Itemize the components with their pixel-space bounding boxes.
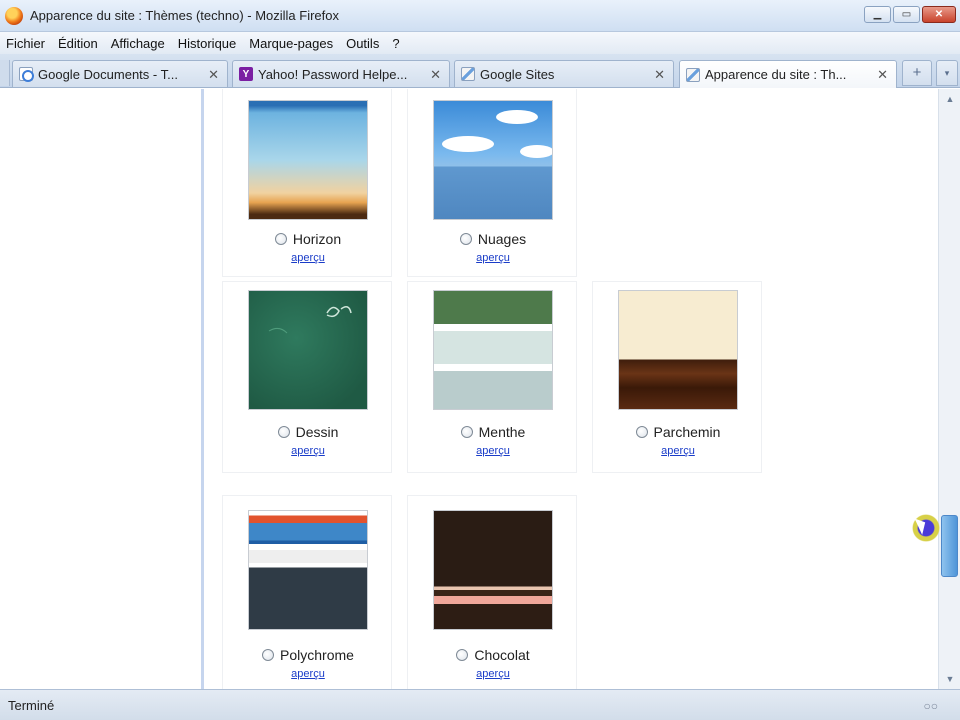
tab-apparence-du-site[interactable]: Apparence du site : Th... ✕: [679, 60, 897, 88]
menu-edition[interactable]: Édition: [58, 36, 98, 51]
theme-card-polychrome: Polychrome aperçu: [222, 495, 392, 689]
menu-bar: Fichier Édition Affichage Historique Mar…: [0, 32, 960, 54]
theme-radio-button[interactable]: [274, 233, 287, 245]
preview-link[interactable]: aperçu: [408, 252, 578, 264]
scrollbar-thumb[interactable]: [941, 515, 958, 577]
theme-radio-button[interactable]: [459, 233, 472, 245]
window-titlebar: Apparence du site : Thèmes (techno) - Mo…: [0, 0, 960, 32]
close-tab-icon[interactable]: ✕: [654, 67, 665, 83]
yahoo-icon: Y: [239, 67, 253, 81]
maximize-button[interactable]: ▭: [893, 6, 920, 23]
vertical-scrollbar[interactable]: ▲ ▼: [938, 89, 960, 689]
theme-radio-button[interactable]: [635, 426, 648, 438]
minimize-button[interactable]: ▁: [864, 6, 891, 23]
theme-thumbnail[interactable]: [248, 510, 368, 630]
tab-label: Yahoo! Password Helpe...: [258, 66, 408, 82]
scroll-up-arrow-icon[interactable]: ▲: [942, 91, 958, 107]
tab-scroll-left-button[interactable]: [0, 60, 10, 86]
sidebar-divider: [201, 89, 204, 689]
cloud-shape: [442, 136, 494, 152]
cloud-shape: [496, 110, 538, 124]
tab-list-button[interactable]: ▾: [936, 60, 958, 86]
connection-status-icon: ○○: [923, 699, 939, 713]
tab-yahoo-password-helper[interactable]: Y Yahoo! Password Helpe... ✕: [232, 60, 450, 87]
theme-thumbnail[interactable]: [248, 290, 368, 410]
preview-link[interactable]: aperçu: [223, 445, 393, 457]
theme-thumbnail[interactable]: [248, 100, 368, 220]
theme-option: Parchemin: [593, 424, 763, 440]
page-content: Horizon aperçu Nuages aperçu Dessin aper…: [0, 89, 938, 689]
close-tab-icon[interactable]: ✕: [877, 67, 888, 83]
menu-affichage[interactable]: Affichage: [111, 36, 165, 51]
tab-bar: Google Documents - T... ✕ Y Yahoo! Passw…: [0, 54, 960, 88]
theme-thumbnail[interactable]: [433, 290, 553, 410]
menu-historique[interactable]: Historique: [178, 36, 237, 51]
close-tab-icon[interactable]: ✕: [430, 67, 441, 83]
chalk-doodle-icon: [268, 306, 352, 334]
theme-option: Nuages: [408, 231, 578, 247]
menu-fichier[interactable]: Fichier: [6, 36, 45, 51]
theme-thumbnail[interactable]: [433, 510, 553, 630]
tab-label: Apparence du site : Th...: [705, 67, 847, 82]
tab-label: Google Documents - T...: [38, 66, 178, 82]
theme-thumbnail[interactable]: [618, 290, 738, 410]
preview-link[interactable]: aperçu: [408, 668, 578, 680]
theme-card-nuages: Nuages aperçu: [407, 89, 577, 277]
theme-option: Chocolat: [408, 647, 578, 663]
tab-google-documents[interactable]: Google Documents - T... ✕: [12, 60, 228, 87]
theme-option: Menthe: [408, 424, 578, 440]
preview-link[interactable]: aperçu: [593, 445, 763, 457]
google-sites-icon: [686, 67, 700, 82]
theme-card-horizon: Horizon aperçu: [222, 89, 392, 277]
menu-outils[interactable]: Outils: [346, 36, 379, 51]
theme-name: Horizon: [292, 231, 342, 247]
theme-name: Chocolat: [474, 647, 530, 663]
theme-name: Nuages: [477, 231, 527, 247]
google-sites-icon: [461, 67, 475, 81]
theme-radio-button[interactable]: [262, 649, 275, 661]
theme-name: Polychrome: [280, 647, 354, 663]
preview-link[interactable]: aperçu: [223, 668, 393, 680]
window-title: Apparence du site : Thèmes (techno) - Mo…: [30, 8, 340, 23]
theme-option: Polychrome: [223, 647, 393, 663]
theme-option: Dessin: [223, 424, 393, 440]
firefox-logo-icon: [5, 6, 23, 25]
theme-card-parchemin: Parchemin aperçu: [592, 281, 762, 473]
theme-name: Menthe: [478, 424, 526, 440]
close-tab-icon[interactable]: ✕: [208, 67, 219, 83]
menu-marque-pages[interactable]: Marque-pages: [249, 36, 333, 51]
theme-name: Parchemin: [653, 424, 721, 440]
close-window-button[interactable]: ✕: [922, 6, 956, 23]
theme-card-chocolat: Chocolat aperçu: [407, 495, 577, 689]
theme-thumbnail[interactable]: [433, 100, 553, 220]
cloud-shape: [520, 145, 552, 158]
theme-option: Horizon: [223, 231, 393, 247]
window-controls: ▁ ▭ ✕: [864, 6, 956, 23]
status-text: Terminé: [8, 697, 55, 713]
theme-radio-button[interactable]: [277, 426, 290, 438]
tab-label: Google Sites: [480, 66, 555, 82]
theme-name: Dessin: [295, 424, 339, 440]
theme-card-menthe: Menthe aperçu: [407, 281, 577, 473]
preview-link[interactable]: aperçu: [223, 252, 393, 264]
theme-radio-button[interactable]: [456, 649, 469, 661]
menu-aide[interactable]: ?: [392, 36, 399, 51]
tab-google-sites[interactable]: Google Sites ✕: [454, 60, 674, 87]
theme-card-dessin: Dessin aperçu: [222, 281, 392, 473]
theme-radio-button[interactable]: [460, 426, 473, 438]
new-tab-button[interactable]: +: [902, 60, 932, 86]
google-docs-icon: [19, 67, 34, 82]
preview-link[interactable]: aperçu: [408, 445, 578, 457]
status-bar: Terminé ○○: [0, 689, 960, 720]
scroll-down-arrow-icon[interactable]: ▼: [942, 671, 958, 687]
